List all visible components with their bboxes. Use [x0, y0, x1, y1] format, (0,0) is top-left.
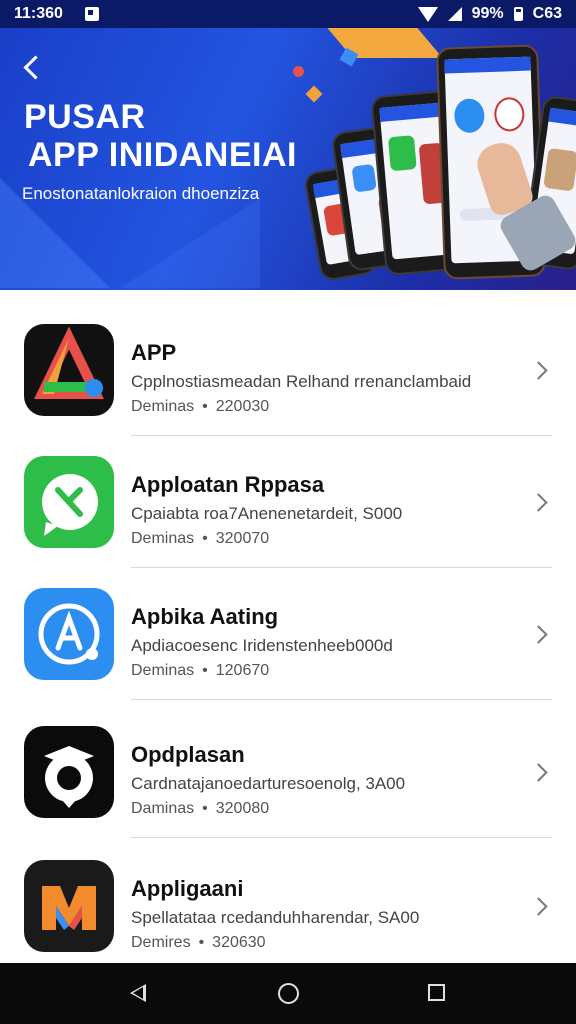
- wifi-icon: [417, 6, 438, 22]
- app-list: APP Cpplnostiasmeadan Relhand rrenanclam…: [0, 290, 576, 963]
- app-meta-value: 220030: [215, 398, 270, 415]
- meta-separator: •: [202, 530, 208, 547]
- chevron-right-icon: [532, 764, 548, 780]
- meta-separator: •: [202, 800, 208, 817]
- status-time: 11:360: [14, 5, 63, 22]
- list-item[interactable]: APP Cpplnostiasmeadan Relhand rrenanclam…: [0, 290, 576, 436]
- app-meta: Deminas • 120670: [131, 662, 269, 680]
- app-name: APP: [131, 340, 177, 365]
- chevron-right-icon: [532, 362, 548, 378]
- graduation-owl-icon: [24, 726, 114, 818]
- meta-separator: •: [202, 662, 208, 679]
- list-item[interactable]: Apbika Aating Apdiacoesenc Iridenstenhee…: [0, 554, 576, 700]
- back-triangle-icon[interactable]: [130, 984, 146, 1002]
- list-item[interactable]: Apploatan Rppasa Cpaiabta roa7Anenenetar…: [0, 422, 576, 568]
- app-description: Cpplnostiasmeadan Relhand rrenanclambaid: [131, 372, 472, 391]
- app-meta-value: 320070: [215, 530, 270, 547]
- hero-banner: PUSAR APP INIDANEIAI Enostonatanlokraion…: [0, 28, 576, 290]
- app-description: Cardnatajanoedarturesoenolg, 3A00: [131, 774, 406, 793]
- app-meta-label: Deminas: [131, 398, 195, 415]
- phones-illustration: [300, 38, 576, 288]
- app-meta-label: Deminas: [131, 662, 195, 679]
- triangle-logo-icon: [24, 324, 114, 416]
- app-description: Spellatataa rcedanduhharendar, SA00: [131, 908, 420, 927]
- app-description: Cpaiabta roa7Anenenetardeit, S000: [131, 504, 403, 523]
- banner-title-line1: PUSAR: [24, 98, 146, 136]
- app-meta-label: Deminas: [131, 530, 195, 547]
- app-name: Appligaani: [131, 876, 244, 901]
- home-circle-icon[interactable]: [278, 983, 299, 1004]
- battery-icon: [513, 7, 523, 21]
- app-meta: Deminas • 320070: [131, 530, 269, 548]
- back-button[interactable]: [18, 52, 48, 82]
- list-item[interactable]: Opdplasan Cardnatajanoedarturesoenolg, 3…: [0, 692, 576, 838]
- battery-percent: 99%: [471, 5, 504, 22]
- app-store-a-icon: [24, 588, 114, 680]
- app-meta-label: Demires: [131, 934, 191, 951]
- app-description: Apdiacoesenc Iridenstenheeb000d: [131, 636, 393, 655]
- app-meta-value: 120670: [215, 662, 270, 679]
- chevron-right-icon: [532, 626, 548, 642]
- banner-subtitle: Enostonatanlokraion dhoenziza: [22, 184, 260, 203]
- decor-shape: [120, 198, 260, 288]
- signal-icon: [447, 7, 462, 21]
- app-name: Apbika Aating: [131, 604, 279, 629]
- chevron-right-icon: [532, 494, 548, 510]
- chevron-right-icon: [532, 898, 548, 914]
- app-meta: Demires • 320630: [131, 934, 266, 952]
- banner-title: PUSAR APP INIDANEIAI: [24, 98, 297, 174]
- status-bar: 11:360 99% C63: [0, 0, 576, 28]
- meta-separator: •: [198, 934, 205, 951]
- chat-bubble-icon: [24, 456, 114, 548]
- app-name: Apploatan Rppasa: [131, 472, 325, 497]
- recents-square-icon[interactable]: [428, 984, 445, 1001]
- m-logo-icon: [24, 860, 114, 952]
- status-extra: C63: [532, 5, 562, 22]
- app-meta-value: 320080: [215, 800, 270, 817]
- app-meta-value: 320630: [212, 934, 266, 951]
- app-meta: Deminas • 220030: [131, 398, 269, 416]
- app-meta-label: Daminas: [131, 800, 195, 817]
- list-item[interactable]: Appligaani Spellatataa rcedanduhharendar…: [0, 826, 576, 962]
- app-meta: Daminas • 320080: [131, 800, 269, 818]
- meta-separator: •: [202, 398, 208, 415]
- app-name: Opdplasan: [131, 742, 245, 767]
- notification-icon: [84, 7, 99, 21]
- system-nav-bar: [0, 963, 576, 1024]
- banner-title-line2: APP INIDANEIAI: [28, 136, 297, 174]
